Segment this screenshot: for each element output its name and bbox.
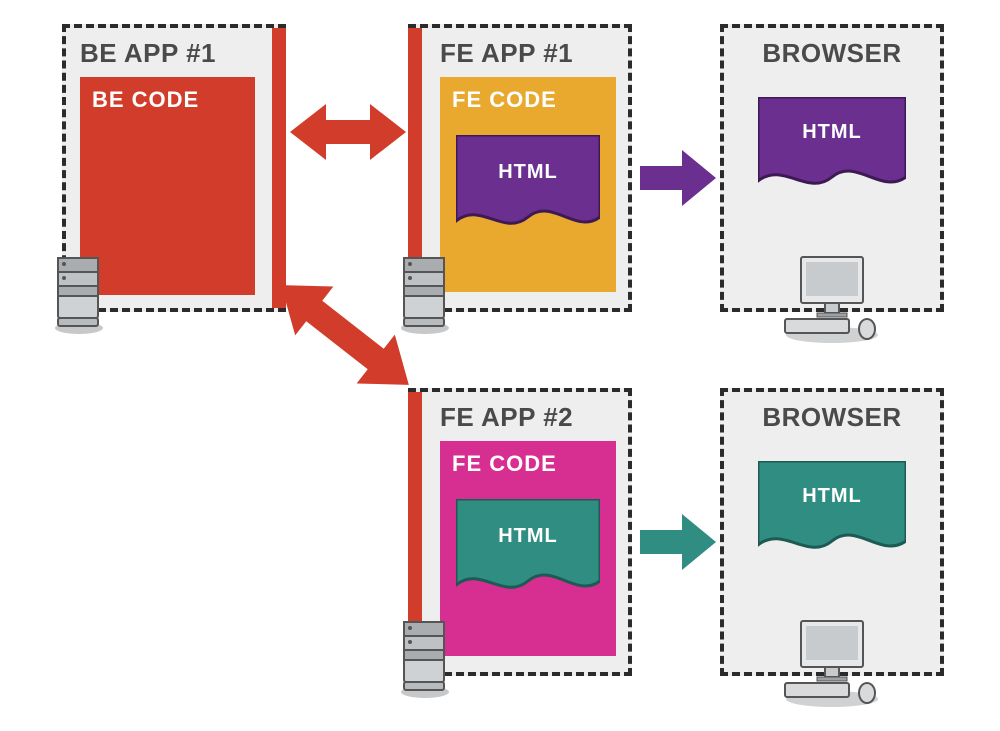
fe-code-2-block: FE CODE HTML — [440, 441, 616, 656]
be-code-label: BE CODE — [92, 87, 243, 113]
fe-code-1-block: FE CODE HTML — [440, 77, 616, 292]
html-label: HTML — [498, 161, 558, 184]
computer-icon — [777, 253, 887, 350]
html-flag-purple-browser: HTML — [758, 97, 906, 205]
arrow-right-icon — [640, 514, 716, 575]
browser-2-box: BROWSER HTML — [720, 388, 944, 676]
fe-code-1-label: FE CODE — [452, 87, 604, 113]
browser-1-title: BROWSER — [738, 38, 926, 69]
html-flag-teal-browser: HTML — [758, 461, 906, 569]
architecture-diagram: BE APP #1 BE CODE FE APP #1 FE CODE HT — [20, 20, 980, 711]
fe-app-2-title: FE APP #2 — [440, 402, 614, 433]
html-label: HTML — [802, 485, 862, 508]
bidirectional-arrow-diagonal-icon — [270, 270, 420, 405]
browser-2-title: BROWSER — [738, 402, 926, 433]
arrow-right-icon — [640, 150, 716, 211]
fe-app-1-title: FE APP #1 — [440, 38, 614, 69]
server-icon — [44, 252, 114, 340]
browser-1-box: BROWSER HTML — [720, 24, 944, 312]
html-label: HTML — [802, 121, 862, 144]
be-app-title: BE APP #1 — [80, 38, 268, 69]
bidirectional-arrow-icon — [290, 96, 406, 173]
html-label: HTML — [498, 525, 558, 548]
fe-code-2-label: FE CODE — [452, 451, 604, 477]
accent-stripe — [272, 28, 286, 308]
server-icon — [390, 616, 460, 704]
html-flag-teal: HTML — [456, 499, 600, 609]
computer-icon — [777, 617, 887, 714]
html-flag-purple: HTML — [456, 135, 600, 245]
